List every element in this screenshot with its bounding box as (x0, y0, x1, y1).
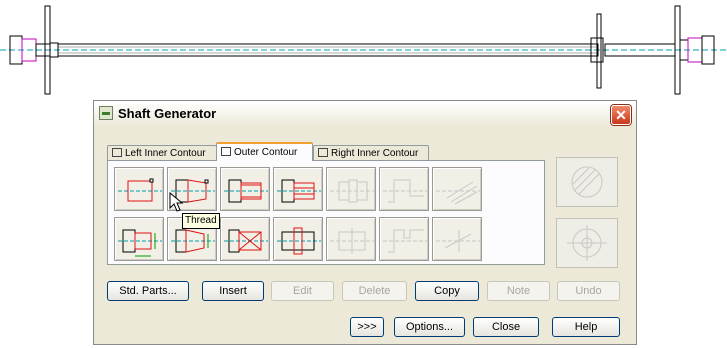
dialog-title: Shaft Generator (118, 106, 217, 121)
tab-label: Outer Contour (234, 147, 298, 158)
cross-cut-tool[interactable] (220, 217, 270, 261)
polygon-tool[interactable] (273, 167, 323, 211)
section-tool[interactable] (273, 217, 323, 261)
tab-left-inner-contour[interactable]: Left Inner Contour (107, 145, 217, 160)
tab-label: Left Inner Contour (125, 148, 206, 159)
cross-cut-icon (224, 229, 268, 253)
help-button[interactable]: Help (552, 317, 620, 337)
title-bar[interactable]: Shaft Generator ✕ (94, 101, 636, 127)
thread-tooltip: Thread (182, 213, 220, 229)
tab-label: Right Inner Contour (331, 148, 419, 159)
close-icon[interactable]: ✕ (611, 105, 631, 125)
thread-icon (224, 179, 268, 203)
undercut-icon (383, 229, 427, 253)
left-inner-contour-icon (112, 148, 122, 157)
polygon-icon (277, 179, 321, 203)
disabled-tool[interactable] (379, 217, 429, 261)
copy-button[interactable]: Copy (415, 281, 479, 301)
outer-contour-icon (221, 147, 231, 156)
tab-right-inner-contour[interactable]: Right Inner Contour (313, 145, 429, 160)
cylinder-dimension-icon (118, 229, 162, 257)
shaft-generator-dialog: Shaft Generator ✕ Left Inner Contour Out… (93, 100, 637, 345)
disabled-tool[interactable] (326, 167, 376, 211)
tab-outer-contour[interactable]: Outer Contour (216, 142, 313, 161)
edit-button[interactable]: Edit (271, 281, 334, 301)
disabled-tool[interactable] (432, 167, 482, 211)
shaft-generator-icon (99, 106, 113, 120)
cylinder-tool[interactable] (114, 167, 164, 211)
hatched-circle-icon (571, 166, 603, 198)
disabled-tool[interactable] (379, 167, 429, 211)
mouse-cursor-icon (169, 192, 183, 212)
cylinder-dimension-tool[interactable] (114, 217, 164, 261)
disabled-tool[interactable] (432, 217, 482, 261)
undo-button[interactable]: Undo (557, 281, 620, 301)
more-button[interactable]: >>> (350, 317, 384, 337)
chamfer-icon (436, 230, 480, 252)
groove-icon (383, 179, 427, 203)
pattern-icon (330, 228, 374, 254)
right-inner-contour-icon (318, 148, 328, 157)
tool-panel (107, 160, 545, 265)
crosshair-button[interactable] (556, 218, 618, 268)
section-view-button[interactable] (556, 157, 618, 207)
bearing-icon (330, 179, 374, 203)
cylinder-icon (118, 178, 162, 202)
shaft-drawing (0, 5, 727, 95)
std-parts-button[interactable]: Std. Parts... (107, 281, 189, 301)
crosshair-circle-icon (567, 225, 607, 261)
thread-tool[interactable] (220, 167, 270, 211)
note-button[interactable]: Note (487, 281, 550, 301)
insert-button[interactable]: Insert (202, 281, 264, 301)
delete-button[interactable]: Delete (342, 281, 407, 301)
disabled-tool[interactable] (326, 217, 376, 261)
options-button[interactable]: Options... (394, 317, 465, 337)
section-icon (277, 227, 321, 255)
close-button[interactable]: Close (473, 317, 539, 337)
keyway-icon (436, 181, 480, 205)
